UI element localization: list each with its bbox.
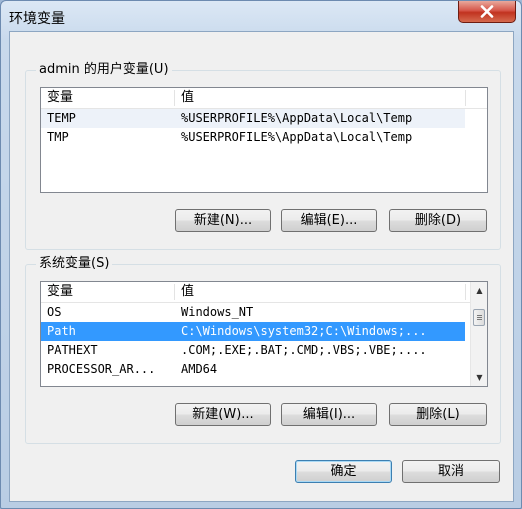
system-variables-legend: 系统变量(S) — [36, 256, 113, 272]
environment-variables-dialog: 环境变量 admin 的用户变量(U) 变量 值 TEMP %USERPROFI… — [0, 0, 522, 509]
column-header-variable[interactable]: 变量 — [41, 282, 174, 302]
column-header-value[interactable]: 值 — [175, 282, 465, 302]
system-variables-group: 系统变量(S) 变量 值 OS Windows_NT Path C:\Windo… — [25, 256, 501, 444]
user-edit-button[interactable]: 编辑(E)... — [281, 209, 377, 232]
variable-name: TEMP — [47, 111, 76, 125]
list-header: 变量 值 — [41, 282, 471, 303]
table-row[interactable]: PROCESSOR_AR... AMD64 — [41, 360, 465, 379]
variable-value: C:\Windows\system32;C:\Windows;... — [181, 324, 427, 338]
user-delete-button[interactable]: 删除(D) — [389, 209, 487, 232]
variable-name: PROCESSOR_AR... — [47, 362, 156, 376]
variable-value: %USERPROFILE%\AppData\Local\Temp — [181, 130, 413, 144]
scroll-thumb[interactable] — [473, 309, 485, 326]
list-header: 变量 值 — [41, 88, 487, 109]
system-variables-list[interactable]: 变量 值 OS Windows_NT Path C:\Windows\syste… — [40, 281, 488, 387]
system-delete-button[interactable]: 删除(L) — [389, 403, 487, 426]
ok-button[interactable]: 确定 — [295, 460, 392, 483]
variable-name: Path — [47, 324, 76, 338]
table-row[interactable]: TMP %USERPROFILE%\AppData\Local\Temp — [41, 128, 465, 147]
title-bar[interactable]: 环境变量 — [1, 1, 521, 31]
user-variables-group: admin 的用户变量(U) 变量 值 TEMP %USERPROFILE%\A… — [25, 62, 501, 250]
variable-value: Windows_NT — [181, 305, 254, 319]
close-button[interactable] — [458, 1, 516, 23]
variable-value: %USERPROFILE%\AppData\Local\Temp — [181, 111, 413, 125]
user-variables-list[interactable]: 变量 值 TEMP %USERPROFILE%\AppData\Local\Te… — [40, 87, 488, 193]
column-header-value[interactable]: 值 — [175, 88, 465, 108]
scroll-down-arrow-icon[interactable]: ▼ — [471, 369, 487, 386]
variable-value: AMD64 — [181, 362, 218, 376]
scroll-up-arrow-icon[interactable]: ▲ — [471, 282, 487, 299]
table-row[interactable]: TEMP %USERPROFILE%\AppData\Local\Temp — [41, 109, 465, 128]
table-row-selected[interactable]: Path C:\Windows\system32;C:\Windows;... — [41, 322, 465, 341]
window-title: 环境变量 — [9, 11, 65, 27]
cancel-button[interactable]: 取消 — [402, 460, 500, 483]
variable-value: .COM;.EXE;.BAT;.CMD;.VBS;.VBE;.... — [181, 343, 427, 357]
user-variables-legend: admin 的用户变量(U) — [36, 62, 172, 78]
table-row[interactable]: OS Windows_NT — [41, 303, 465, 322]
variable-name: PATHEXT — [47, 343, 98, 357]
variable-name: OS — [47, 305, 62, 319]
column-divider[interactable] — [465, 284, 466, 300]
table-row[interactable]: PATHEXT .COM;.EXE;.BAT;.CMD;.VBS;.VBE;..… — [41, 341, 465, 360]
system-edit-button[interactable]: 编辑(I)... — [281, 403, 377, 426]
system-new-button[interactable]: 新建(W)... — [175, 403, 271, 426]
vertical-scrollbar[interactable]: ▲ ▼ — [470, 282, 487, 386]
column-header-variable[interactable]: 变量 — [41, 88, 174, 108]
close-icon — [480, 5, 494, 18]
column-divider[interactable] — [465, 90, 466, 106]
variable-name: TMP — [47, 130, 69, 144]
user-new-button[interactable]: 新建(N)... — [175, 209, 271, 232]
dialog-client-area: admin 的用户变量(U) 变量 值 TEMP %USERPROFILE%\A… — [9, 31, 514, 502]
